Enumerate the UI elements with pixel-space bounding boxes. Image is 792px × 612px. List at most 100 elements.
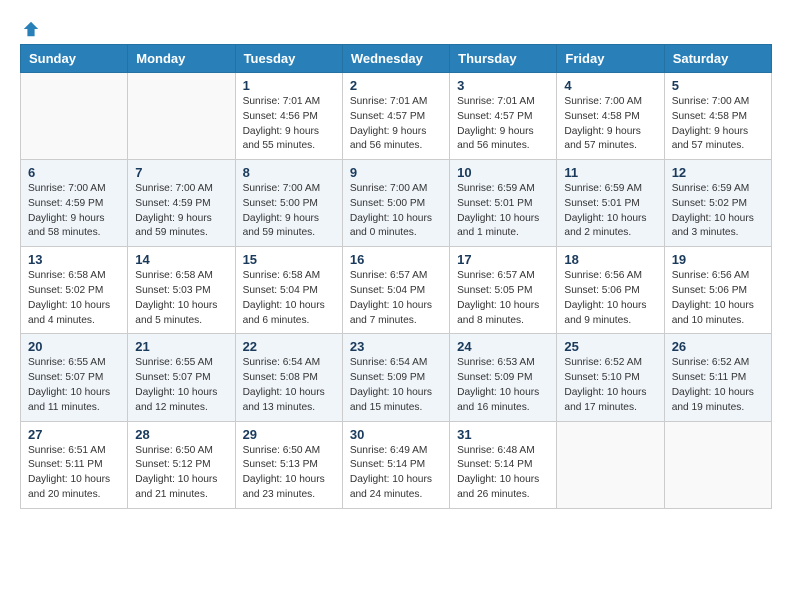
day-number: 20 bbox=[28, 339, 120, 354]
day-number: 5 bbox=[672, 78, 764, 93]
calendar-cell: 19 Sunrise: 6:56 AM Sunset: 5:06 PM Dayli… bbox=[664, 247, 771, 334]
day-number: 19 bbox=[672, 252, 764, 267]
day-number: 9 bbox=[350, 165, 442, 180]
day-info: Sunrise: 6:54 AM Sunset: 5:08 PM Dayligh… bbox=[243, 356, 335, 415]
calendar-cell: 18Sunrise: 6:56 AM Sunset: 5:06 PM Dayli… bbox=[557, 247, 664, 334]
day-number: 10 bbox=[457, 165, 549, 180]
day-info: Sunrise: 6:56 AM Sunset: 5:06 PM Dayligh… bbox=[564, 269, 656, 328]
day-info: Sunrise: 6:57 AM Sunset: 5:05 PM Dayligh… bbox=[457, 269, 549, 328]
calendar-week-row: 13Sunrise: 6:58 AM Sunset: 5:02 PM Dayli… bbox=[21, 247, 772, 334]
day-info: Sunrise: 6:52 AM Sunset: 5:11 PM Dayligh… bbox=[672, 356, 764, 415]
day-info: Sunrise: 6:51 AM Sunset: 5:11 PM Dayligh… bbox=[28, 444, 120, 503]
day-info: Sunrise: 6:50 AM Sunset: 5:12 PM Dayligh… bbox=[135, 444, 227, 503]
day-info: Sunrise: 6:59 AM Sunset: 5:02 PM Dayligh… bbox=[672, 182, 764, 241]
day-number: 28 bbox=[135, 427, 227, 442]
day-info: Sunrise: 7:00 AM Sunset: 4:59 PM Dayligh… bbox=[28, 182, 120, 241]
day-number: 7 bbox=[135, 165, 227, 180]
day-number: 14 bbox=[135, 252, 227, 267]
day-info: Sunrise: 6:55 AM Sunset: 5:07 PM Dayligh… bbox=[135, 356, 227, 415]
calendar-cell: 30Sunrise: 6:49 AM Sunset: 5:14 PM Dayli… bbox=[342, 421, 449, 508]
calendar-cell: 22 Sunrise: 6:54 AM Sunset: 5:08 PM Dayli… bbox=[235, 334, 342, 421]
day-info: Sunrise: 7:00 AM Sunset: 5:00 PM Dayligh… bbox=[243, 182, 335, 241]
day-number: 31 bbox=[457, 427, 549, 442]
calendar-cell: 3 Sunrise: 7:01 AM Sunset: 4:57 PM Daylig… bbox=[450, 73, 557, 160]
calendar-cell: 15 Sunrise: 6:58 AM Sunset: 5:04 PM Dayli… bbox=[235, 247, 342, 334]
day-number: 21 bbox=[135, 339, 227, 354]
day-number: 1 bbox=[243, 78, 335, 93]
calendar-cell: 28 Sunrise: 6:50 AM Sunset: 5:12 PM Dayli… bbox=[128, 421, 235, 508]
day-info: Sunrise: 7:01 AM Sunset: 4:57 PM Dayligh… bbox=[457, 95, 549, 154]
day-number: 30 bbox=[350, 427, 442, 442]
day-info: Sunrise: 6:52 AM Sunset: 5:10 PM Dayligh… bbox=[564, 356, 656, 415]
col-header-sunday: Sunday bbox=[21, 45, 128, 73]
calendar-cell bbox=[128, 73, 235, 160]
day-number: 11 bbox=[564, 165, 656, 180]
page-header bbox=[20, 20, 772, 34]
day-number: 23 bbox=[350, 339, 442, 354]
calendar-cell: 1 Sunrise: 7:01 AM Sunset: 4:56 PM Daylig… bbox=[235, 73, 342, 160]
day-info: Sunrise: 7:01 AM Sunset: 4:57 PM Dayligh… bbox=[350, 95, 442, 154]
day-number: 27 bbox=[28, 427, 120, 442]
day-info: Sunrise: 7:00 AM Sunset: 4:59 PM Dayligh… bbox=[135, 182, 227, 241]
logo-icon bbox=[22, 20, 40, 38]
day-number: 16 bbox=[350, 252, 442, 267]
calendar-cell: 21 Sunrise: 6:55 AM Sunset: 5:07 PM Dayli… bbox=[128, 334, 235, 421]
calendar-table: SundayMondayTuesdayWednesdayThursdayFrid… bbox=[20, 44, 772, 509]
day-info: Sunrise: 6:54 AM Sunset: 5:09 PM Dayligh… bbox=[350, 356, 442, 415]
day-number: 13 bbox=[28, 252, 120, 267]
calendar-cell: 24Sunrise: 6:53 AM Sunset: 5:09 PM Dayli… bbox=[450, 334, 557, 421]
calendar-cell: 26 Sunrise: 6:52 AM Sunset: 5:11 PM Dayli… bbox=[664, 334, 771, 421]
day-info: Sunrise: 7:00 AM Sunset: 5:00 PM Dayligh… bbox=[350, 182, 442, 241]
day-info: Sunrise: 6:48 AM Sunset: 5:14 PM Dayligh… bbox=[457, 444, 549, 503]
day-number: 17 bbox=[457, 252, 549, 267]
day-number: 26 bbox=[672, 339, 764, 354]
calendar-cell: 4 Sunrise: 7:00 AM Sunset: 4:58 PM Daylig… bbox=[557, 73, 664, 160]
day-info: Sunrise: 7:01 AM Sunset: 4:56 PM Dayligh… bbox=[243, 95, 335, 154]
calendar-week-row: 1 Sunrise: 7:01 AM Sunset: 4:56 PM Daylig… bbox=[21, 73, 772, 160]
day-info: Sunrise: 6:57 AM Sunset: 5:04 PM Dayligh… bbox=[350, 269, 442, 328]
day-info: Sunrise: 6:56 AM Sunset: 5:06 PM Dayligh… bbox=[672, 269, 764, 328]
col-header-wednesday: Wednesday bbox=[342, 45, 449, 73]
day-info: Sunrise: 6:50 AM Sunset: 5:13 PM Dayligh… bbox=[243, 444, 335, 503]
calendar-week-row: 20 Sunrise: 6:55 AM Sunset: 5:07 PM Dayli… bbox=[21, 334, 772, 421]
calendar-cell: 2Sunrise: 7:01 AM Sunset: 4:57 PM Daylig… bbox=[342, 73, 449, 160]
logo bbox=[20, 20, 40, 34]
day-number: 22 bbox=[243, 339, 335, 354]
calendar-cell: 23 Sunrise: 6:54 AM Sunset: 5:09 PM Dayli… bbox=[342, 334, 449, 421]
day-number: 24 bbox=[457, 339, 549, 354]
calendar-cell: 31 Sunrise: 6:48 AM Sunset: 5:14 PM Dayli… bbox=[450, 421, 557, 508]
day-number: 12 bbox=[672, 165, 764, 180]
day-info: Sunrise: 6:59 AM Sunset: 5:01 PM Dayligh… bbox=[564, 182, 656, 241]
col-header-friday: Friday bbox=[557, 45, 664, 73]
calendar-header-row: SundayMondayTuesdayWednesdayThursdayFrid… bbox=[21, 45, 772, 73]
day-number: 4 bbox=[564, 78, 656, 93]
calendar-week-row: 6 Sunrise: 7:00 AM Sunset: 4:59 PM Daylig… bbox=[21, 160, 772, 247]
day-number: 8 bbox=[243, 165, 335, 180]
day-info: Sunrise: 6:58 AM Sunset: 5:03 PM Dayligh… bbox=[135, 269, 227, 328]
day-info: Sunrise: 7:00 AM Sunset: 4:58 PM Dayligh… bbox=[672, 95, 764, 154]
col-header-saturday: Saturday bbox=[664, 45, 771, 73]
col-header-thursday: Thursday bbox=[450, 45, 557, 73]
calendar-cell: 10 Sunrise: 6:59 AM Sunset: 5:01 PM Dayli… bbox=[450, 160, 557, 247]
day-number: 29 bbox=[243, 427, 335, 442]
calendar-cell: 27 Sunrise: 6:51 AM Sunset: 5:11 PM Dayli… bbox=[21, 421, 128, 508]
day-number: 25 bbox=[564, 339, 656, 354]
calendar-cell: 13Sunrise: 6:58 AM Sunset: 5:02 PM Dayli… bbox=[21, 247, 128, 334]
day-info: Sunrise: 6:58 AM Sunset: 5:04 PM Dayligh… bbox=[243, 269, 335, 328]
calendar-week-row: 27 Sunrise: 6:51 AM Sunset: 5:11 PM Dayli… bbox=[21, 421, 772, 508]
calendar-cell: 16 Sunrise: 6:57 AM Sunset: 5:04 PM Dayli… bbox=[342, 247, 449, 334]
day-number: 15 bbox=[243, 252, 335, 267]
calendar-cell bbox=[557, 421, 664, 508]
calendar-cell: 14 Sunrise: 6:58 AM Sunset: 5:03 PM Dayli… bbox=[128, 247, 235, 334]
day-info: Sunrise: 6:59 AM Sunset: 5:01 PM Dayligh… bbox=[457, 182, 549, 241]
calendar-cell: 29 Sunrise: 6:50 AM Sunset: 5:13 PM Dayli… bbox=[235, 421, 342, 508]
calendar-cell: 11 Sunrise: 6:59 AM Sunset: 5:01 PM Dayli… bbox=[557, 160, 664, 247]
day-number: 6 bbox=[28, 165, 120, 180]
calendar-cell: 20Sunrise: 6:55 AM Sunset: 5:07 PM Dayli… bbox=[21, 334, 128, 421]
calendar-cell: 5 Sunrise: 7:00 AM Sunset: 4:58 PM Daylig… bbox=[664, 73, 771, 160]
day-info: Sunrise: 7:00 AM Sunset: 4:58 PM Dayligh… bbox=[564, 95, 656, 154]
calendar-cell: 6 Sunrise: 7:00 AM Sunset: 4:59 PM Daylig… bbox=[21, 160, 128, 247]
calendar-cell bbox=[21, 73, 128, 160]
day-number: 3 bbox=[457, 78, 549, 93]
calendar-cell: 8 Sunrise: 7:00 AM Sunset: 5:00 PM Daylig… bbox=[235, 160, 342, 247]
